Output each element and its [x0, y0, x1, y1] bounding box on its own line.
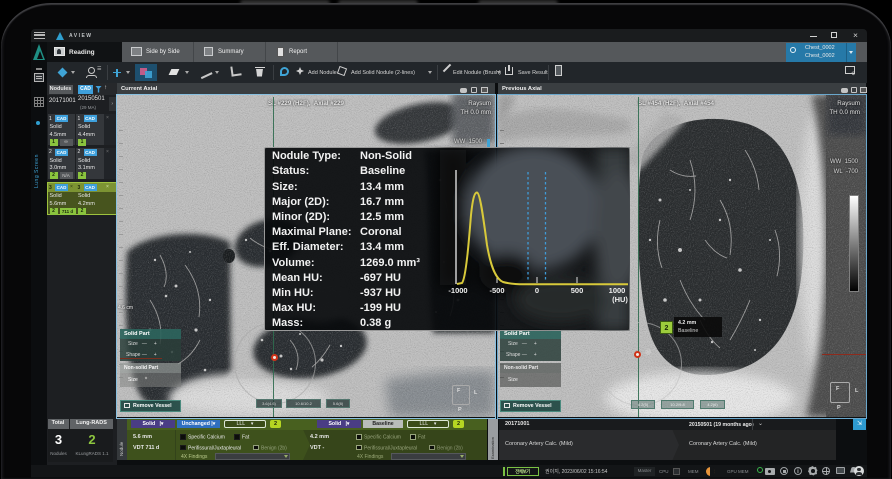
svg-text:1000: 1000 [609, 286, 626, 295]
svg-text:0: 0 [535, 286, 539, 295]
svg-text:(HU): (HU) [612, 295, 628, 304]
svg-text:500: 500 [571, 286, 584, 295]
svg-text:-1000: -1000 [448, 286, 467, 295]
svg-text:-500: -500 [489, 286, 504, 295]
